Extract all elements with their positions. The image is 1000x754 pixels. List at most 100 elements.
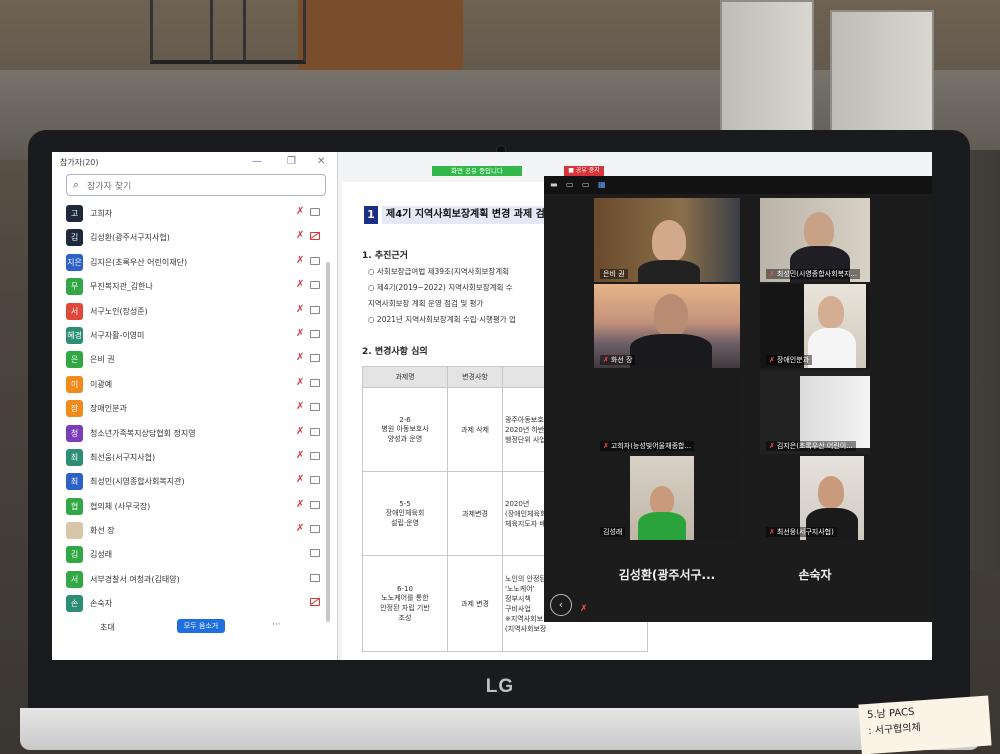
video-tile[interactable]: ✗ 최선웅(서구지사협) — [760, 456, 870, 540]
minimize-icon[interactable]: ▬ — [550, 180, 558, 189]
participant-row[interactable]: 김 김성래 — [52, 543, 334, 567]
participant-row[interactable]: 은 은비 권 ✗ — [52, 348, 334, 372]
participant-row[interactable]: 최 최성민(시영종합사회복지관) ✗ — [52, 470, 334, 494]
more-button[interactable]: ··· — [272, 620, 281, 630]
table-header: 과제명 — [362, 366, 448, 388]
grid-view-icon[interactable]: ▦ — [598, 180, 606, 189]
name-only-tile[interactable]: 김성환(광주서구... — [592, 566, 742, 583]
participant-name: 김지은(초록우산 어린이재단) — [90, 257, 188, 267]
muted-mic-icon[interactable]: ✗ — [296, 450, 304, 461]
chevron-left-icon[interactable]: ‹ — [550, 594, 572, 616]
video-icon[interactable] — [310, 305, 320, 314]
video-icon[interactable] — [310, 354, 320, 363]
participant-row[interactable]: 혜경 서구자활-이영미 ✗ — [52, 324, 334, 348]
video-icon[interactable] — [310, 427, 320, 436]
video-tile[interactable]: ✗ 장애인분과 — [760, 284, 870, 368]
muted-mic-icon[interactable]: ✗ — [296, 230, 304, 241]
participant-row[interactable]: 서 서구노인(장성준) ✗ — [52, 300, 334, 324]
video-icon[interactable] — [310, 500, 320, 509]
participant-search-input[interactable]: ⌕ 참가자 찾기 — [66, 174, 326, 196]
task-line: 조성 — [398, 613, 412, 622]
invite-button[interactable]: 초대 — [100, 622, 115, 633]
chair — [210, 0, 306, 64]
participant-row[interactable]: 청 청소년가족복지상담협회 정지영 ✗ — [52, 422, 334, 446]
muted-mic-icon[interactable]: ✗ — [296, 499, 304, 510]
video-tile[interactable]: ✗ 최성민(시영종합사회복지... — [760, 198, 870, 282]
video-icon[interactable] — [310, 476, 320, 485]
tile-label: 김성래 — [600, 527, 626, 537]
muted-mic-icon[interactable]: ✗ — [296, 352, 304, 363]
close-icon[interactable]: ✕ — [317, 156, 325, 167]
video-off-icon[interactable] — [310, 232, 320, 241]
minimize-icon[interactable]: — — [252, 156, 262, 167]
popout-icon[interactable]: ❐ — [287, 156, 296, 167]
participant-row[interactable]: 서 서부경찰서 여청과(김태양) — [52, 568, 334, 592]
participant-row[interactable]: 고 고희자 ✗ — [52, 202, 334, 226]
muted-mic-icon[interactable]: ✗ — [296, 279, 304, 290]
participant-row[interactable]: 이 이광예 ✗ — [52, 373, 334, 397]
video-icon[interactable] — [310, 549, 320, 558]
muted-mic-icon[interactable]: ✗ — [296, 523, 304, 534]
avatar: 김 — [66, 546, 83, 564]
video-tile[interactable]: 은비 권 — [594, 198, 740, 282]
participant-row[interactable]: 최 최선웅(서구지사협) ✗ — [52, 446, 334, 470]
video-tile[interactable]: ✗ 고희자(능성빛어울채종합... — [594, 370, 740, 454]
video-tile[interactable]: ✗ 화선 장 — [594, 284, 740, 368]
tile-label-text: 은비 권 — [603, 270, 625, 278]
muted-mic-icon[interactable]: ✗ — [296, 377, 304, 388]
avatar: 장 — [66, 400, 83, 418]
view-icon[interactable]: ▭ — [566, 180, 574, 189]
muted-mic-icon[interactable]: ✗ — [296, 474, 304, 485]
avatar: 지은 — [66, 253, 83, 271]
muted-mic-icon[interactable]: ✗ — [296, 206, 304, 217]
avatar — [66, 522, 83, 540]
muted-mic-icon: ✗ — [603, 442, 609, 450]
participant-name: 서구노인(장성준) — [90, 306, 148, 316]
avatar: 협 — [66, 497, 83, 515]
participant-row[interactable]: 지은 김지은(초록우산 어린이재단) ✗ — [52, 251, 334, 275]
muted-mic-icon[interactable]: ✗ — [296, 304, 304, 315]
video-tile[interactable]: 김성래 — [594, 456, 740, 540]
muted-mic-icon[interactable]: ✗ — [296, 426, 304, 437]
video-gallery: ▬ ▭ ▭ ▦ 은비 권 ✗ 최성민(시영종합사회복지... ✗ 화선 장 ✗ … — [544, 176, 932, 622]
video-icon[interactable] — [310, 208, 320, 216]
participant-row[interactable]: 장 장애인분과 ✗ — [52, 397, 334, 421]
tile-label: ✗ 최성민(시영종합사회복지... — [766, 269, 861, 279]
participant-name: 고희자 — [90, 209, 113, 218]
video-off-icon[interactable] — [310, 598, 320, 607]
participant-row[interactable]: 무 무진복지관_김한나 ✗ — [52, 275, 334, 299]
laptop-logo: LG — [485, 676, 515, 697]
tile-label: ✗ 최선웅(서구지사협) — [766, 527, 837, 537]
participant-row[interactable]: 화선 장 ✗ — [52, 519, 334, 543]
scrollbar[interactable] — [326, 262, 330, 622]
room-wall — [800, 376, 870, 448]
muted-mic-icon: ✗ — [769, 528, 775, 536]
participant-row[interactable]: 손 손숙자 — [52, 592, 334, 616]
muted-mic-icon[interactable]: ✗ — [580, 604, 588, 614]
participant-name: 최성민(시영종합사회복지관) — [90, 477, 185, 487]
mute-all-button[interactable]: 모두 음소거 — [177, 619, 225, 633]
video-icon[interactable] — [310, 525, 320, 534]
stop-share-button[interactable]: ■ 공유 중지 — [564, 166, 604, 176]
muted-mic-icon[interactable]: ✗ — [296, 328, 304, 339]
partition-board — [720, 0, 814, 139]
video-icon[interactable] — [310, 378, 320, 387]
task-line: 2-6 — [399, 415, 411, 424]
video-icon[interactable] — [310, 256, 320, 265]
doc-line: 지역사회보장 계획 운영 점검 및 평가 — [368, 299, 484, 308]
thumbnail-icon[interactable]: ▭ — [582, 180, 590, 189]
participant-row[interactable]: 김 김성환(광주서구지사협) ✗ — [52, 226, 334, 250]
muted-mic-icon[interactable]: ✗ — [296, 401, 304, 412]
video-icon[interactable] — [310, 281, 320, 290]
muted-mic-icon[interactable]: ✗ — [296, 255, 304, 266]
video-icon[interactable] — [310, 329, 320, 338]
video-icon[interactable] — [310, 573, 320, 582]
video-tile[interactable]: ✗ 김지은(초록우산 어린이... — [760, 370, 870, 454]
video-icon[interactable] — [310, 403, 320, 412]
name-only-tile[interactable]: 손숙자 — [740, 566, 890, 583]
participant-name: 김성래 — [90, 550, 113, 560]
avatar: 이 — [66, 375, 83, 393]
participant-row[interactable]: 협 협의체 (사무국장) ✗ — [52, 495, 334, 519]
change-cell: 과제 삭제 — [447, 387, 503, 472]
video-icon[interactable] — [310, 451, 320, 460]
